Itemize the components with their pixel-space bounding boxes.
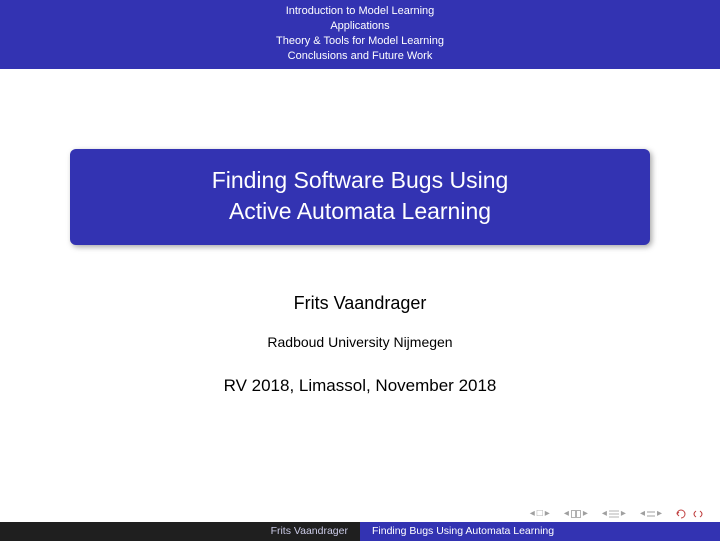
title-line-2: Active Automata Learning [90, 196, 630, 227]
footer-title: Finding Bugs Using Automata Learning [360, 522, 720, 541]
title-line-1: Finding Software Bugs Using [90, 165, 630, 196]
outline-item: Introduction to Model Learning [0, 4, 720, 19]
nav-back-forward-icon[interactable] [676, 509, 704, 519]
nav-slide-icon[interactable]: ◂□▸ [530, 508, 550, 519]
title-block: Finding Software Bugs Using Active Autom… [70, 149, 650, 245]
slide: Introduction to Model Learning Applicati… [0, 0, 720, 541]
outline-item: Applications [0, 19, 720, 34]
footer: Frits Vaandrager Finding Bugs Using Auto… [0, 522, 720, 541]
outline-item: Conclusions and Future Work [0, 49, 720, 64]
nav-frame-icon[interactable]: ◂▸ [564, 508, 588, 519]
nav-subsection-icon[interactable]: ◂▸ [602, 508, 626, 519]
footer-author: Frits Vaandrager [0, 522, 360, 541]
date: RV 2018, Limassol, November 2018 [224, 376, 497, 396]
nav-section-icon[interactable]: ◂▸ [640, 508, 662, 519]
nav-symbols: ◂□▸ ◂▸ ◂▸ ◂▸ [530, 508, 704, 519]
slide-body: Finding Software Bugs Using Active Autom… [0, 69, 720, 522]
outline-header: Introduction to Model Learning Applicati… [0, 0, 720, 69]
institute: Radboud University Nijmegen [267, 334, 452, 350]
outline-item: Theory & Tools for Model Learning [0, 34, 720, 49]
author: Frits Vaandrager [294, 293, 427, 314]
